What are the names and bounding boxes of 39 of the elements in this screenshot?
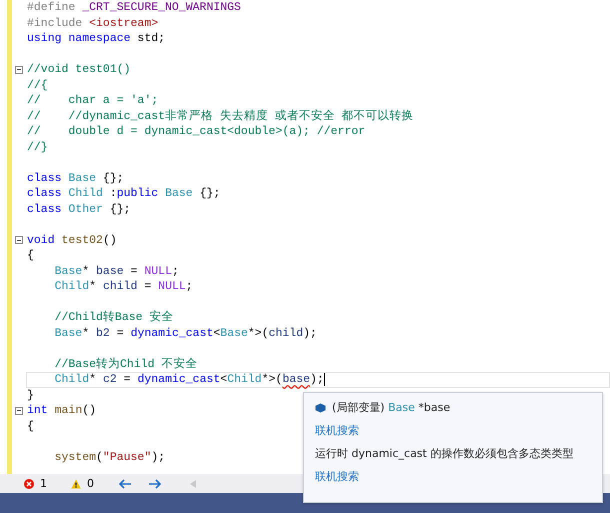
back-arrow-icon[interactable] [118,478,132,488]
forward-arrow-icon[interactable] [148,478,162,488]
collapse-icon[interactable] [15,66,23,74]
code-line: // double d = dynamic_cast<double>(a); //error [27,125,366,138]
code-line: using namespace std; [27,32,166,46]
code-line: Base* base = NULL; [54,264,179,278]
collapse-icon[interactable] [15,236,23,244]
error-message: 运行时 dynamic_cast 的操作数必须包含多态类类型 [315,446,574,461]
collapse-icon[interactable] [15,406,23,415]
code-line: //Child转Base 安全 [54,311,174,324]
code-line: #define _CRT_SECURE_NO_WARNINGS [27,1,241,14]
error-count: 1 [40,477,47,490]
code-line: //} [27,140,48,154]
code-line: Child* child = NULL; [54,280,193,294]
warning-icon[interactable] [71,478,81,488]
warning-count: 0 [87,477,94,490]
code-line: #include <iostream> [27,16,158,30]
code-line: //void test01() [27,63,131,76]
variable-icon [315,402,326,412]
code-line: void test02() [27,234,117,247]
code-line: system("Pause"); [54,450,166,464]
code-line: Child* c2 = dynamic_cast<Child*>(base); [54,373,324,386]
code-line: { [27,420,34,433]
online-search-link[interactable]: 联机搜索 [315,469,359,484]
code-line: int main() [27,404,96,418]
online-search-link[interactable]: 联机搜索 [315,423,359,438]
code-line: } [27,388,34,402]
code-line: { [27,249,34,262]
code-line: Base* b2 = dynamic_cast<Base*>(child); [54,326,317,340]
code-line: // //dynamic_cast非常严格 失去精度 或者不安全 都不可以转换 [27,110,414,123]
error-icon[interactable] [24,478,34,488]
code-line: //{ [27,78,48,92]
code-line: class Other {}; [27,202,131,216]
variable-signature: (局部变量) Base *base [332,400,450,415]
text-cursor [324,373,325,386]
code-line: class Base {}; [27,172,124,185]
code-line: class Child :public Base {}; [27,187,220,200]
code-line: //Base转为Child 不安全 [54,358,198,371]
code-line: // char a = 'a'; [27,94,158,108]
